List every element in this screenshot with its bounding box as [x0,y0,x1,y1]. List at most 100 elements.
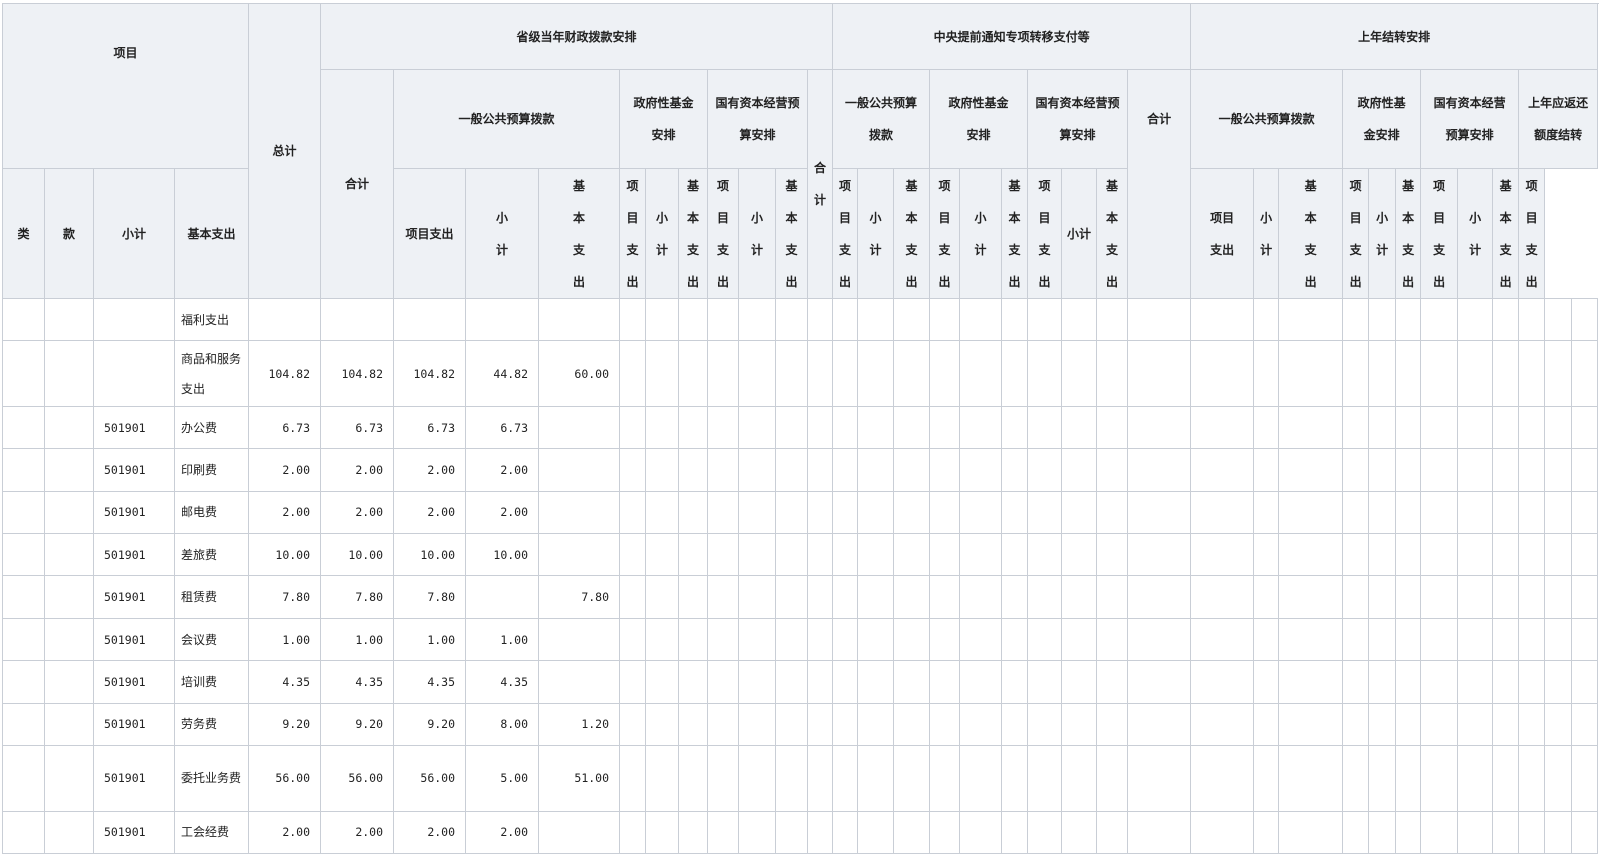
empty-cell [619,490,647,535]
empty-cell [1544,533,1573,577]
empty-cell [775,575,809,619]
empty-cell [1571,405,1599,450]
empty-cell [1544,575,1573,619]
empty-cell [959,702,1003,746]
header-shangnian-xiaoji: 小计 [1061,168,1098,299]
empty-cell [678,533,709,577]
empty-cell [1368,744,1397,812]
empty-cell [1457,297,1494,342]
empty-cell [775,405,809,450]
empty-cell [1420,575,1459,619]
cell-zongji [248,297,322,342]
empty-cell [1190,297,1255,342]
empty-cell [1278,575,1344,619]
cell-jiben-zhichu: 8.00 [465,702,540,746]
header-shangnian-yiban: 一般公共预算拨款 [1190,69,1344,169]
empty-cell [707,533,740,577]
empty-cell [959,405,1003,450]
empty-cell [1544,490,1573,535]
cell-heji: 9.20 [320,702,395,746]
header-narrow: 基本支出 [1096,168,1129,299]
empty-cell [1001,617,1029,662]
empty-cell [1127,448,1192,492]
cell-lei [2,297,45,342]
cell-zongji: 4.35 [248,660,322,704]
empty-cell [959,660,1003,704]
empty-cell [678,340,709,407]
empty-cell [1492,702,1520,746]
empty-cell [1420,744,1459,812]
empty-cell [1420,810,1459,855]
header-group-zhongyang: 中央提前通知专项转移支付等 [832,3,1192,70]
cell-danwei-mingcheng: 工会经费 [173,810,250,855]
empty-cell [738,702,777,746]
cell-xiangmu-zhichu: 1.20 [538,702,621,746]
empty-cell [1457,744,1494,812]
empty-cell [1571,702,1599,746]
empty-cell [1190,744,1255,812]
empty-cell [832,810,859,855]
empty-cell [1061,810,1098,855]
empty-cell [1342,340,1370,407]
empty-cell [1368,702,1397,746]
empty-cell [1190,575,1255,619]
empty-cell [1342,575,1370,619]
cell-name-text: 办公费 [181,420,218,435]
empty-cell [1571,340,1599,407]
empty-cell [619,810,647,855]
empty-cell [1190,660,1255,704]
table-row: 501901 委托业务费 56.00 56.00 56.00 5.00 51.00 [2,744,1599,812]
empty-cell [1457,810,1494,855]
cell-kuan [44,575,94,619]
empty-cell [1420,617,1459,662]
empty-cell [832,575,859,619]
empty-cell [1571,810,1599,855]
empty-cell [1061,490,1098,535]
empty-cell [678,575,709,619]
empty-cell [707,490,740,535]
empty-cell [1027,340,1063,407]
empty-cell [1368,810,1397,855]
empty-cell [678,617,709,662]
cell-xiaoji: 56.00 [393,744,467,812]
empty-cell [1544,810,1573,855]
empty-cell [738,575,777,619]
empty-cell [1096,744,1129,812]
empty-cell [1342,744,1370,812]
empty-cell [1027,702,1063,746]
empty-cell [1278,702,1344,746]
empty-cell [807,340,834,407]
header-group-shangnian: 上年结转安排 [1190,3,1599,70]
cell-xiaoji: 4.35 [393,660,467,704]
empty-cell [1544,448,1573,492]
empty-cell [1544,405,1573,450]
empty-cell [1457,340,1494,407]
empty-cell [1395,617,1422,662]
header-narrow: 项目支出 [832,168,859,299]
header-shangnian-yingfanhuan: 上年应返还额度结转 [1518,69,1599,169]
empty-cell [1420,405,1459,450]
empty-cell [1395,744,1422,812]
cell-xiaoji: 2.00 [393,448,467,492]
cell-danwei-mingcheng: 差旅费 [173,533,250,577]
cell-danwei-mingcheng: 劳务费 [173,702,250,746]
empty-cell [807,810,834,855]
empty-cell [1420,533,1459,577]
empty-cell [738,810,777,855]
header-yiban-bokuan: 一般公共预算拨款 [393,69,621,169]
empty-cell [1278,448,1344,492]
empty-cell [857,533,895,577]
cell-jiben-zhichu [465,297,540,342]
header-narrow: 基本支出 [678,168,709,299]
empty-cell [1368,533,1397,577]
empty-cell [1253,340,1280,407]
header-narrow: 项目支出 [707,168,740,299]
empty-cell [893,490,931,535]
empty-cell [1342,405,1370,450]
cell-zongji: 9.20 [248,702,322,746]
empty-cell [893,297,931,342]
empty-cell [619,448,647,492]
header-zhongyang-heji: 合计 [807,69,834,299]
empty-cell [1127,744,1192,812]
empty-cell [857,448,895,492]
